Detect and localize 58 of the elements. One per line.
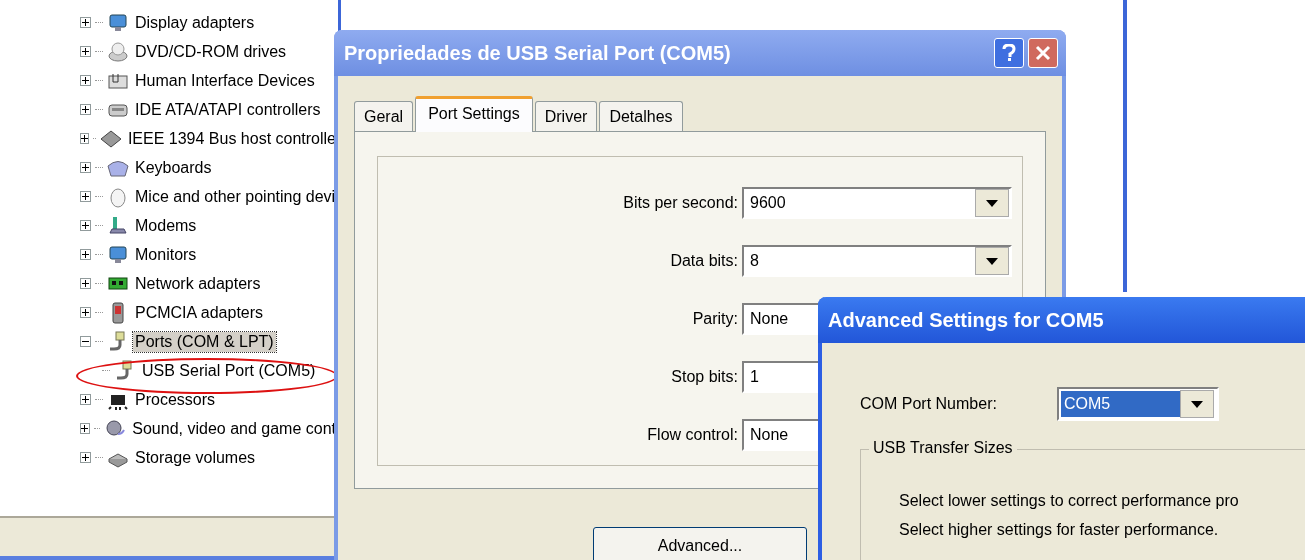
tree-item[interactable]: Human Interface Devices (133, 70, 317, 91)
field-label: Bits per second: (622, 194, 738, 212)
expand-icon[interactable] (80, 220, 91, 231)
expand-icon[interactable] (80, 394, 91, 405)
tree-item[interactable]: PCMCIA adapters (133, 302, 266, 323)
modem-icon (107, 214, 129, 237)
tree-item[interactable]: Keyboards (133, 157, 214, 178)
monitor-icon (107, 243, 129, 266)
help-button[interactable] (994, 38, 1024, 68)
field-label: Parity: (691, 310, 738, 328)
field-label: Data bits: (669, 252, 738, 270)
description-text: Select lower settings to correct performance pro (899, 491, 1240, 511)
expand-icon[interactable] (80, 191, 91, 202)
close-icon (1035, 45, 1051, 61)
mouse-icon (107, 185, 129, 208)
expand-icon[interactable] (80, 423, 90, 434)
dropdown-field[interactable]: 9600 (742, 187, 1012, 219)
disc-drive-icon (107, 40, 129, 63)
expand-icon[interactable] (80, 104, 91, 115)
tree-item[interactable]: USB Serial Port (COM5) (140, 360, 318, 381)
tree-item[interactable]: IEEE 1394 Bus host controlle (125, 128, 338, 149)
dropdown-field[interactable]: 8 (742, 245, 1012, 277)
tree-item[interactable]: Storage volumes (133, 447, 258, 468)
expand-icon[interactable] (80, 307, 91, 318)
expand-icon[interactable] (80, 278, 91, 289)
tab[interactable]: Port Settings (415, 96, 533, 132)
tab[interactable]: Driver (534, 101, 598, 131)
close-button[interactable] (1028, 38, 1058, 68)
tree-item[interactable]: DVD/CD-ROM drives (133, 41, 289, 62)
help-icon (1002, 44, 1016, 62)
tree-item[interactable]: Ports (COM & LPT) (133, 331, 276, 352)
tab[interactable]: Geral (354, 101, 414, 131)
expand-icon[interactable] (80, 249, 91, 260)
expand-icon[interactable] (80, 17, 91, 28)
expand-icon[interactable] (80, 46, 91, 57)
tree-item[interactable]: IDE ATA/ATAPI controllers (133, 99, 323, 120)
tree-item[interactable]: Network adapters (133, 273, 263, 294)
expand-icon[interactable] (80, 452, 91, 463)
expand-icon[interactable] (80, 75, 91, 86)
collapse-icon[interactable] (80, 336, 91, 347)
field-label: Stop bits: (670, 368, 738, 386)
field-label: Flow control: (646, 426, 738, 444)
tree-item[interactable]: Modems (133, 215, 199, 236)
tree-item[interactable]: Monitors (133, 244, 199, 265)
tree-item[interactable]: Mice and other pointing devi (133, 186, 338, 207)
monitor-icon (107, 11, 129, 34)
expand-icon[interactable] (80, 133, 89, 144)
window-title: Propriedades de USB Serial Port (COM5) (344, 41, 732, 65)
description-text: Select higher settings for faster performance. (899, 520, 1220, 540)
tab[interactable]: Detalhes (599, 101, 683, 131)
field-label: COM Port Number: (860, 395, 997, 413)
advanced-button[interactable]: Advanced... (593, 527, 807, 560)
tree-item[interactable]: Processors (133, 389, 218, 410)
tree-item[interactable]: Display adapters (133, 12, 257, 33)
dropdown-field[interactable]: COM5 (1056, 387, 1219, 421)
tree-item[interactable]: Sound, video and game cont (130, 418, 338, 439)
window-title: Advanced Settings for COM5 (828, 308, 1105, 332)
expand-icon[interactable] (80, 162, 91, 173)
